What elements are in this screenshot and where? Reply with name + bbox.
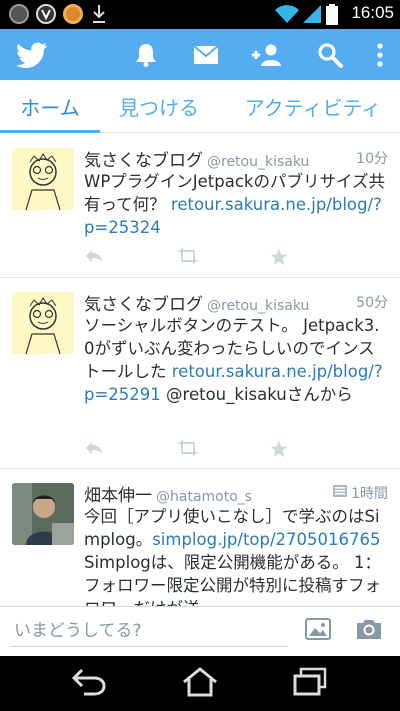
tab-home[interactable]: ホーム (0, 80, 100, 133)
avatar[interactable] (12, 148, 74, 210)
tweet-time-label: 10分 (356, 151, 388, 167)
tweet-author[interactable]: 気さくなブログ @retou_kisaku (84, 146, 309, 171)
add-user-icon[interactable] (246, 29, 286, 80)
list-badge-icon (333, 485, 348, 501)
compose-input[interactable]: いまどうしてる? (10, 619, 288, 647)
app-bar (0, 29, 400, 80)
avatar[interactable] (12, 292, 74, 354)
camera-icon[interactable] (355, 617, 383, 645)
reply-icon[interactable] (84, 248, 104, 268)
retweet-icon[interactable] (176, 248, 200, 268)
status-bar: 16:05 (0, 0, 400, 29)
overflow-menu-icon[interactable] (366, 29, 394, 80)
tweet-author-handle: @retou_kisaku (207, 154, 310, 170)
tweet-time-label: 1時間 (351, 486, 388, 502)
tab-bar: ホーム 見つける アクティビティ (0, 80, 400, 133)
tweet-author-name: 畑本伸一 (84, 486, 152, 506)
system-nav-bar (0, 656, 400, 711)
tweet-composer: いまどうしてる? (0, 606, 400, 656)
active-tab-indicator (0, 130, 100, 133)
retweet-icon[interactable] (176, 440, 200, 460)
bell-icon[interactable] (126, 29, 166, 80)
status-time: 16:05 (351, 3, 394, 22)
tweet-text: WPプラグインJetpackのパブリサイズ共有って何？ retour.sakur… (84, 170, 386, 239)
tweet-text-part: Simplogは、限定公開機能がある。 1：フォロワー限定公開が特別に投稿すフォ… (84, 553, 381, 606)
home-icon[interactable] (181, 666, 219, 702)
favorite-star-icon[interactable] (270, 440, 288, 462)
recent-apps-icon[interactable] (292, 666, 328, 702)
tweet-item[interactable]: 畑本伸一 @hatamoto_s 1時間 今回［アプリ使いこなし］で学ぶのはSim… (0, 469, 400, 606)
avatar[interactable] (12, 483, 74, 545)
tweet-time: 10分 (356, 148, 388, 168)
tab-activity[interactable]: アクティビティ (232, 80, 394, 133)
tab-activity-label: アクティビティ (244, 96, 382, 120)
envelope-icon[interactable] (186, 29, 226, 80)
download-icon (92, 3, 106, 29)
tab-discover[interactable]: 見つける (104, 80, 214, 133)
favorite-star-icon[interactable] (270, 248, 288, 270)
tweet-author-handle: @retou_kisaku (207, 298, 310, 314)
tweet-item[interactable]: 気さくなブログ @retou_kisaku 50分 ソーシャルボタンのテスト。 J… (0, 278, 400, 469)
tweet-author[interactable]: 畑本伸一 @hatamoto_s (84, 481, 252, 506)
tab-home-label: ホーム (20, 96, 80, 120)
wifi-icon (274, 4, 300, 28)
search-icon[interactable] (310, 29, 350, 80)
image-icon[interactable] (305, 617, 331, 645)
tweet-author-name: 気さくなブログ (84, 295, 203, 315)
tweet-actions (84, 440, 384, 460)
tweet-text-part: @retou_kisakuさんから (160, 385, 353, 404)
tweet-author[interactable]: 気さくなブログ @retou_kisaku (84, 290, 309, 315)
tweet-link[interactable]: simplog.jp/top/2705016765 (152, 530, 380, 549)
tweet-time: 50分 (356, 292, 388, 312)
tweet-time-label: 50分 (356, 295, 388, 311)
battery-icon (326, 4, 338, 29)
tweet-item[interactable]: 気さくなブログ @retou_kisaku 10分 WPプラグインJetpackの… (0, 134, 400, 278)
tweet-text: 今回［アプリ使いこなし］で学ぶのはSimplog。simplog.jp/top/… (84, 505, 386, 606)
tab-discover-label: 見つける (119, 96, 199, 120)
signal-icon (302, 4, 322, 28)
tweet-author-handle: @hatamoto_s (156, 489, 253, 505)
back-icon[interactable] (70, 666, 108, 702)
clock-app-icon (36, 4, 56, 24)
twitter-bird-icon[interactable] (10, 29, 54, 80)
reply-icon[interactable] (84, 440, 104, 460)
tweet-time: 1時間 (333, 483, 388, 503)
tweet-actions (84, 248, 384, 268)
app-notification-icon (9, 4, 29, 24)
browser-app-icon (63, 4, 83, 24)
tweet-author-name: 気さくなブログ (84, 151, 203, 171)
tweet-text: ソーシャルボタンのテスト。 Jetpack3.0がずいぶん変わったらしいのでイン… (84, 314, 386, 406)
